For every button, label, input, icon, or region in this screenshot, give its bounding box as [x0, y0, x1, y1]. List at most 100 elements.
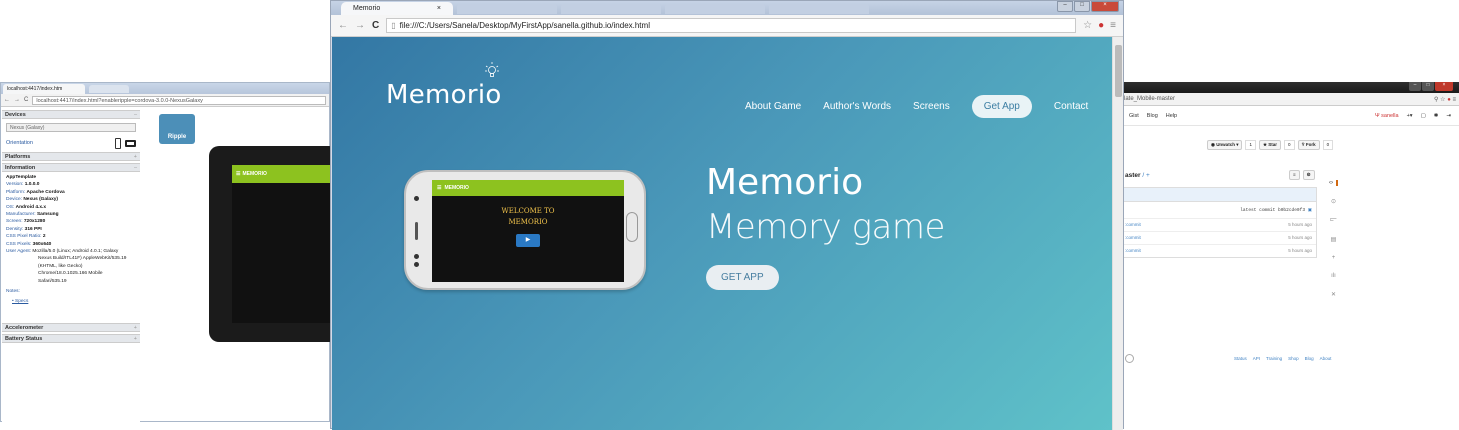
back-icon[interactable]: ← — [4, 97, 10, 103]
opera-icon[interactable]: ● — [1447, 97, 1451, 103]
accelerometer-label: Accelerometer — [5, 325, 44, 332]
footer-link[interactable]: Blog — [1305, 356, 1314, 361]
settings-icon[interactable]: ⚙ — [1302, 170, 1315, 180]
specs-link[interactable]: • Specs — [2, 296, 140, 307]
wiki-icon[interactable]: ▤ — [1331, 236, 1337, 243]
close-tab-icon[interactable]: × — [437, 5, 441, 12]
menu-icon[interactable]: ≡ — [1110, 20, 1116, 31]
table-row[interactable]: :commit 5 hours ago — [1121, 231, 1316, 244]
specs-link-text[interactable]: Specs — [15, 299, 28, 304]
tools-icon[interactable]: ✕ — [1331, 291, 1336, 298]
create-icon[interactable]: +▾ — [1407, 113, 1413, 119]
fork-count[interactable]: 0 — [1322, 140, 1334, 150]
url-field[interactable]: ▯ file:///C:/Users/Sanela/Desktop/MyFirst… — [386, 18, 1077, 33]
minimize-icon[interactable]: – — [1057, 1, 1073, 12]
latest-commit[interactable]: latest commit b0b2cde0f3 ▣ — [1121, 202, 1316, 218]
commit-message[interactable]: :commit — [1125, 235, 1141, 241]
unwatch-button[interactable]: ◉ Unwatch ▾ — [1207, 140, 1243, 150]
nav-gist[interactable]: Gist — [1129, 113, 1139, 119]
menu-authors-words[interactable]: Author's Words — [823, 101, 891, 112]
user-link[interactable]: Ψ sanella — [1375, 113, 1399, 119]
devices-header[interactable]: Devices – — [2, 110, 140, 119]
background-tab[interactable] — [457, 4, 557, 14]
close-icon[interactable]: × — [1091, 1, 1119, 12]
minimize-icon[interactable]: – — [1409, 82, 1421, 91]
information-header[interactable]: Information – — [2, 163, 140, 172]
get-app-button[interactable]: GET APP — [706, 265, 779, 290]
platforms-header[interactable]: Platforms + — [2, 152, 140, 161]
ripple-side-panel: Devices – Nexus (Galaxy) Orientation Plat… — [2, 108, 140, 423]
landscape-icon[interactable] — [125, 139, 136, 147]
footer-link[interactable]: About — [1320, 356, 1332, 361]
notifications-icon[interactable]: ▢ — [1421, 113, 1426, 119]
reload-icon[interactable]: C — [372, 20, 379, 31]
menu-about-game[interactable]: About Game — [745, 101, 801, 112]
fork-button[interactable]: Ÿ Fork — [1297, 140, 1320, 150]
footer-link[interactable]: Shop — [1288, 356, 1299, 361]
footer-link[interactable]: API — [1253, 356, 1260, 361]
device-select[interactable]: Nexus (Galaxy) — [6, 123, 136, 132]
maximize-icon[interactable]: □ — [1074, 1, 1090, 12]
footer-link[interactable]: Training — [1266, 356, 1282, 361]
commit-message[interactable]: :commit — [1125, 222, 1141, 228]
pulse-icon[interactable]: + — [1332, 255, 1336, 261]
code-icon[interactable]: ‹› — [1329, 180, 1338, 186]
expand-icon[interactable]: + — [134, 325, 137, 331]
browser-tab[interactable]: Memorio × — [341, 2, 453, 15]
accelerometer-header[interactable]: Accelerometer + — [2, 323, 140, 333]
copy-icon[interactable]: ▣ — [1308, 208, 1312, 213]
collapse-icon[interactable]: – — [134, 165, 137, 171]
nav-help[interactable]: Help — [1166, 113, 1177, 119]
issues-icon[interactable]: ⊙ — [1331, 198, 1336, 205]
bookmark-star-icon[interactable]: ☆ — [1083, 20, 1092, 31]
scrollbar-thumb[interactable] — [1115, 45, 1122, 97]
opera-icon[interactable]: ● — [1098, 20, 1104, 31]
back-icon[interactable]: ← — [338, 20, 348, 31]
menu-icon[interactable]: ☰ — [437, 185, 441, 191]
menu-screens[interactable]: Screens — [913, 101, 950, 112]
signout-icon[interactable]: ⇥ — [1446, 113, 1451, 119]
maximize-icon[interactable]: □ — [1422, 82, 1434, 91]
star-button[interactable]: ★ Star — [1258, 140, 1282, 150]
portrait-icon[interactable] — [115, 137, 121, 149]
battery-header[interactable]: Battery Status + — [2, 334, 140, 344]
table-row[interactable]: :commit 5 hours ago — [1121, 218, 1316, 231]
background-tab[interactable] — [769, 4, 869, 14]
new-file-link[interactable]: / + — [1142, 172, 1149, 179]
footer-link[interactable]: Status — [1234, 356, 1247, 361]
forward-icon[interactable]: → — [14, 97, 20, 103]
octocat-icon[interactable] — [1125, 354, 1134, 363]
forward-icon[interactable]: → — [355, 20, 365, 31]
url-field[interactable]: localhost:4417/index.html?enableripple=c… — [32, 95, 326, 105]
star-icon[interactable]: ☆ — [1440, 97, 1445, 103]
menu-icon[interactable]: ☰ — [236, 171, 240, 177]
branch-name[interactable]: aster — [1125, 172, 1141, 179]
list-icon[interactable]: ≡ — [1289, 170, 1300, 180]
search-icon[interactable]: ⚲ — [1434, 97, 1438, 103]
nav-blog[interactable]: Blog — [1147, 113, 1158, 119]
url-fragment[interactable]: late_Mobile-master — [1124, 96, 1175, 102]
background-tab[interactable] — [665, 4, 765, 14]
commit-message[interactable]: :commit — [1125, 248, 1141, 254]
reload-icon[interactable]: C — [24, 97, 28, 103]
graphs-icon[interactable]: ılı — [1331, 273, 1336, 279]
background-tab[interactable] — [561, 4, 661, 14]
pull-requests-icon[interactable]: ⫍ — [1330, 217, 1336, 224]
gear-icon[interactable]: ✱ — [1434, 113, 1439, 119]
expand-icon[interactable]: + — [134, 336, 137, 342]
vertical-scrollbar[interactable] — [1112, 37, 1123, 430]
menu-get-app[interactable]: Get App — [971, 95, 1032, 118]
collapse-icon[interactable]: – — [134, 112, 137, 118]
browser-tab[interactable]: localhost:4417/index.htm — [3, 84, 85, 94]
watch-count[interactable]: 1 — [1245, 140, 1256, 150]
site-logo[interactable]: Memorio — [386, 80, 502, 110]
table-row[interactable]: :commit 5 hours ago — [1121, 244, 1316, 257]
menu-contact[interactable]: Contact — [1054, 101, 1088, 112]
star-count[interactable]: 0 — [1284, 140, 1295, 150]
play-icon[interactable]: ▶ — [516, 234, 540, 247]
notes-label: Notes: — [6, 289, 20, 295]
menu-icon[interactable]: ≡ — [1452, 97, 1456, 103]
expand-icon[interactable]: + — [134, 154, 137, 160]
background-tab[interactable] — [89, 85, 129, 93]
close-icon[interactable]: × — [1435, 82, 1453, 91]
